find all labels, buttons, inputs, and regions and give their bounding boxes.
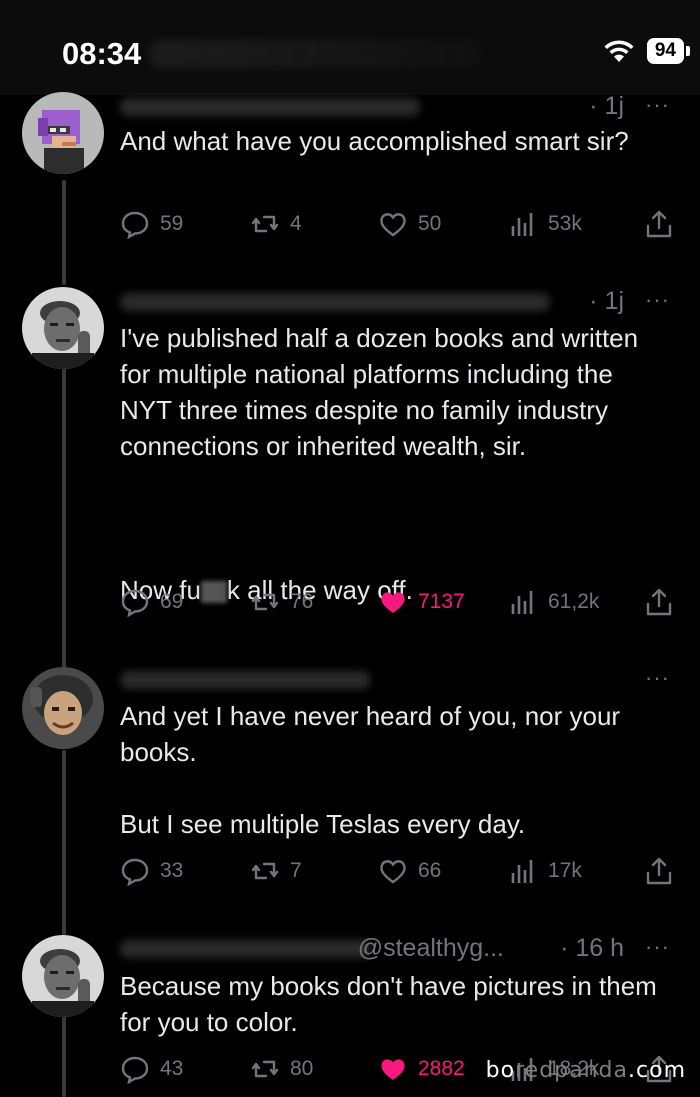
tweet-time: · 1j [589,287,624,315]
repost-icon [251,593,279,611]
views-count: 53k [548,212,582,235]
like-button[interactable]: 50 [378,209,441,239]
tweet-actions: 59 4 50 53k [120,209,680,243]
tweet-text: And what have you accomplished smart sir… [120,126,629,156]
share-button[interactable] [644,587,674,617]
more-options-icon[interactable]: ··· [645,665,670,691]
status-time: 08:34 [62,36,142,71]
views-button[interactable]: 61,2k [508,587,599,617]
views-count: 61,2k [548,590,600,613]
tweet-handle[interactable]: @stealthyg... [358,934,504,963]
avatar[interactable] [22,935,104,1017]
thread-line [62,750,66,935]
more-options-icon[interactable]: ··· [645,934,670,960]
heart-icon [380,860,406,884]
tweet-time: · 1j [589,92,624,120]
heart-filled-icon [381,1059,405,1080]
avatar[interactable] [22,287,104,369]
share-button[interactable] [644,209,674,239]
status-bar: 08:34 94 [0,0,700,95]
tweet-actions: 33 7 66 17k [120,856,680,890]
views-icon [511,213,533,236]
views-button[interactable]: 53k [508,209,582,239]
more-options-icon[interactable]: ··· [645,287,670,313]
thread-line [62,1005,66,1097]
repost-button[interactable]: 76 [250,587,313,617]
views-button[interactable]: 17k [508,856,582,886]
tweet-text: And yet I have never heard of you, nor y… [120,701,621,839]
battery-icon: 94 [646,38,690,64]
repost-count: 80 [290,1057,314,1080]
tweet-text: I've published half a dozen books and wr… [120,323,639,461]
like-count: 66 [418,859,442,882]
tweet-actions: 69 76 7137 61,2k [120,587,680,621]
reply-button[interactable]: 59 [120,209,183,239]
reply-icon [121,1056,149,1084]
battery-level: 94 [646,38,684,64]
repost-count: 4 [290,212,302,235]
heart-icon [380,213,406,237]
tweet-time: · 16 h [560,934,624,962]
views-icon [511,591,533,614]
reply-count: 33 [160,859,184,882]
share-button[interactable] [644,856,674,886]
repost-count: 7 [290,859,302,882]
repost-icon [251,215,279,233]
status-icons: 94 [601,38,690,64]
wifi-icon [604,40,634,62]
reply-icon [121,858,149,886]
like-count: 2882 [418,1057,465,1080]
repost-button[interactable]: 7 [250,856,302,886]
views-icon [511,860,533,883]
repost-count: 76 [290,590,314,613]
repost-icon [251,1060,279,1078]
like-count: 50 [418,212,442,235]
like-button[interactable]: 2882 [378,1054,465,1084]
reply-button[interactable]: 43 [120,1054,183,1084]
share-icon [646,588,672,616]
reply-button[interactable]: 33 [120,856,183,886]
avatar[interactable] [22,667,104,749]
share-icon [646,210,672,238]
reply-count: 69 [160,590,184,613]
repost-button[interactable]: 80 [250,1054,313,1084]
reply-icon [121,589,149,617]
like-button[interactable]: 66 [378,856,441,886]
reply-count: 59 [160,212,184,235]
share-icon [646,857,672,885]
avatar[interactable] [22,92,104,174]
thread-line [62,180,66,285]
reply-count: 43 [160,1057,184,1080]
watermark: boredpanda.com [485,1058,686,1083]
repost-icon [251,862,279,880]
like-button[interactable]: 7137 [378,587,465,617]
views-count: 17k [548,859,582,882]
heart-filled-icon [381,592,405,613]
more-options-icon[interactable]: ··· [645,92,670,118]
blurred-header [150,40,480,68]
reply-button[interactable]: 69 [120,587,183,617]
repost-button[interactable]: 4 [250,209,302,239]
thread-line [62,350,66,675]
like-count: 7137 [418,590,465,613]
reply-icon [121,211,149,239]
tweet-text: Because my books don't have pictures in … [120,971,657,1037]
